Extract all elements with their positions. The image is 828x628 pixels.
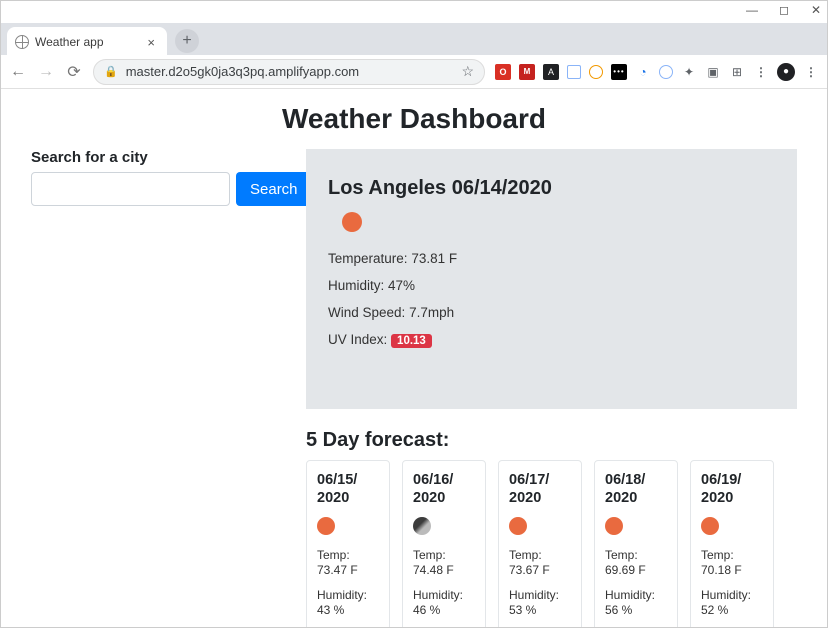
forecast-day-card: 06/18/ 2020 Temp: 69.69 F Humidity: 56 %	[594, 460, 678, 627]
browser-tab-active[interactable]: Weather app ×	[7, 27, 167, 55]
profile-avatar[interactable]: ●	[777, 63, 795, 81]
globe-icon	[15, 35, 29, 49]
city-search-input[interactable]	[31, 172, 230, 206]
sun-icon	[605, 517, 623, 535]
forecast-day-card: 06/15/ 2020 Temp: 73.47 F Humidity: 43 %	[306, 460, 390, 627]
forward-icon[interactable]: →	[37, 63, 55, 81]
forecast-temp: Temp: 69.69 F	[605, 548, 667, 578]
current-humidity: Humidity: 47%	[328, 278, 775, 293]
ext-icon-10[interactable]: ▣	[705, 64, 721, 80]
forecast-humidity: Humidity: 46 %	[413, 588, 475, 618]
bookmark-star-icon[interactable]: ☆	[461, 63, 474, 80]
close-window-icon[interactable]: ✕	[809, 3, 823, 17]
menu-icon[interactable]: ⋮	[803, 64, 819, 80]
forecast-temp: Temp: 73.67 F	[509, 548, 571, 578]
new-tab-button[interactable]: +	[175, 29, 199, 53]
forecast-humidity: Humidity: 43 %	[317, 588, 379, 618]
forecast-date: 06/17/ 2020	[509, 471, 571, 507]
ext-icon-2[interactable]: M	[519, 64, 535, 80]
ext-icon-8[interactable]	[659, 65, 673, 79]
browser-window: — ◻ ✕ Weather app × + ← → ⟳ 🔒 master.d2o…	[0, 0, 828, 628]
ext-icon-3[interactable]: A	[543, 64, 559, 80]
sun-icon	[509, 517, 527, 535]
ext-icon-11[interactable]: ⊞	[729, 64, 745, 80]
ext-icon-9[interactable]: ✦	[681, 64, 697, 80]
lock-icon: 🔒	[104, 65, 118, 78]
sun-icon	[342, 212, 362, 232]
search-label: Search for a city	[31, 149, 276, 166]
minimize-icon[interactable]: —	[745, 3, 759, 17]
url-text: master.d2o5gk0ja3q3pq.amplifyapp.com	[126, 64, 359, 79]
forecast-temp: Temp: 74.48 F	[413, 548, 475, 578]
forecast-date: 06/18/ 2020	[605, 471, 667, 507]
ext-icon-7[interactable]: ◔	[635, 64, 651, 80]
ext-icon-6[interactable]: •••	[611, 64, 627, 80]
search-button[interactable]: Search	[236, 172, 312, 206]
search-panel: Search for a city Search	[31, 149, 276, 627]
browser-tabs: Weather app × +	[1, 23, 827, 55]
forecast-temp: Temp: 73.47 F	[317, 548, 379, 578]
forecast-title: 5 Day forecast:	[306, 429, 797, 452]
results-panel: Los Angeles 06/14/2020 Temperature: 73.8…	[306, 149, 797, 627]
current-weather-card: Los Angeles 06/14/2020 Temperature: 73.8…	[306, 149, 797, 409]
layout: Search for a city Search Los Angeles 06/…	[31, 149, 797, 627]
sun-icon	[701, 517, 719, 535]
current-temp: Temperature: 73.81 F	[328, 251, 775, 266]
ext-icon-5[interactable]	[589, 65, 603, 79]
close-tab-icon[interactable]: ×	[143, 35, 159, 50]
more-icon[interactable]: ⋮	[753, 64, 769, 80]
current-uv: UV Index: 10.13	[328, 332, 775, 347]
extension-icons: O M A ••• ◔ ✦ ▣ ⊞ ⋮ ● ⋮	[495, 63, 819, 81]
forecast-day-card: 06/17/ 2020 Temp: 73.67 F Humidity: 53 %	[498, 460, 582, 627]
forecast-humidity: Humidity: 53 %	[509, 588, 571, 618]
forecast-date: 06/19/ 2020	[701, 471, 763, 507]
tab-title: Weather app	[35, 35, 104, 49]
address-bar[interactable]: 🔒 master.d2o5gk0ja3q3pq.amplifyapp.com ☆	[93, 59, 485, 85]
forecast-day-card: 06/19/ 2020 Temp: 70.18 F Humidity: 52 %	[690, 460, 774, 627]
forecast-humidity: Humidity: 56 %	[605, 588, 667, 618]
reload-icon[interactable]: ⟳	[65, 62, 83, 82]
page-title: Weather Dashboard	[31, 103, 797, 135]
forecast-day-card: 06/16/ 2020 Temp: 74.48 F Humidity: 46 %	[402, 460, 486, 627]
sun-icon	[317, 517, 335, 535]
uv-badge: 10.13	[391, 334, 432, 348]
maximize-icon[interactable]: ◻	[777, 3, 791, 17]
current-wind: Wind Speed: 7.7mph	[328, 305, 775, 320]
back-icon[interactable]: ←	[9, 63, 27, 81]
current-heading: Los Angeles 06/14/2020	[328, 177, 775, 200]
search-row: Search	[31, 172, 276, 206]
forecast-date: 06/15/ 2020	[317, 471, 379, 507]
forecast-humidity: Humidity: 52 %	[701, 588, 763, 618]
cloud-icon	[413, 517, 431, 535]
ext-icon-1[interactable]: O	[495, 64, 511, 80]
window-controls: — ◻ ✕	[745, 3, 823, 17]
browser-toolbar: ← → ⟳ 🔒 master.d2o5gk0ja3q3pq.amplifyapp…	[1, 55, 827, 89]
forecast-row: 06/15/ 2020Temp: 73.47 FHumidity: 43 %06…	[306, 460, 797, 627]
page-content: Weather Dashboard Search for a city Sear…	[1, 89, 827, 627]
ext-icon-4[interactable]	[567, 65, 581, 79]
window-titlebar: — ◻ ✕	[1, 1, 827, 23]
forecast-date: 06/16/ 2020	[413, 471, 475, 507]
forecast-temp: Temp: 70.18 F	[701, 548, 763, 578]
